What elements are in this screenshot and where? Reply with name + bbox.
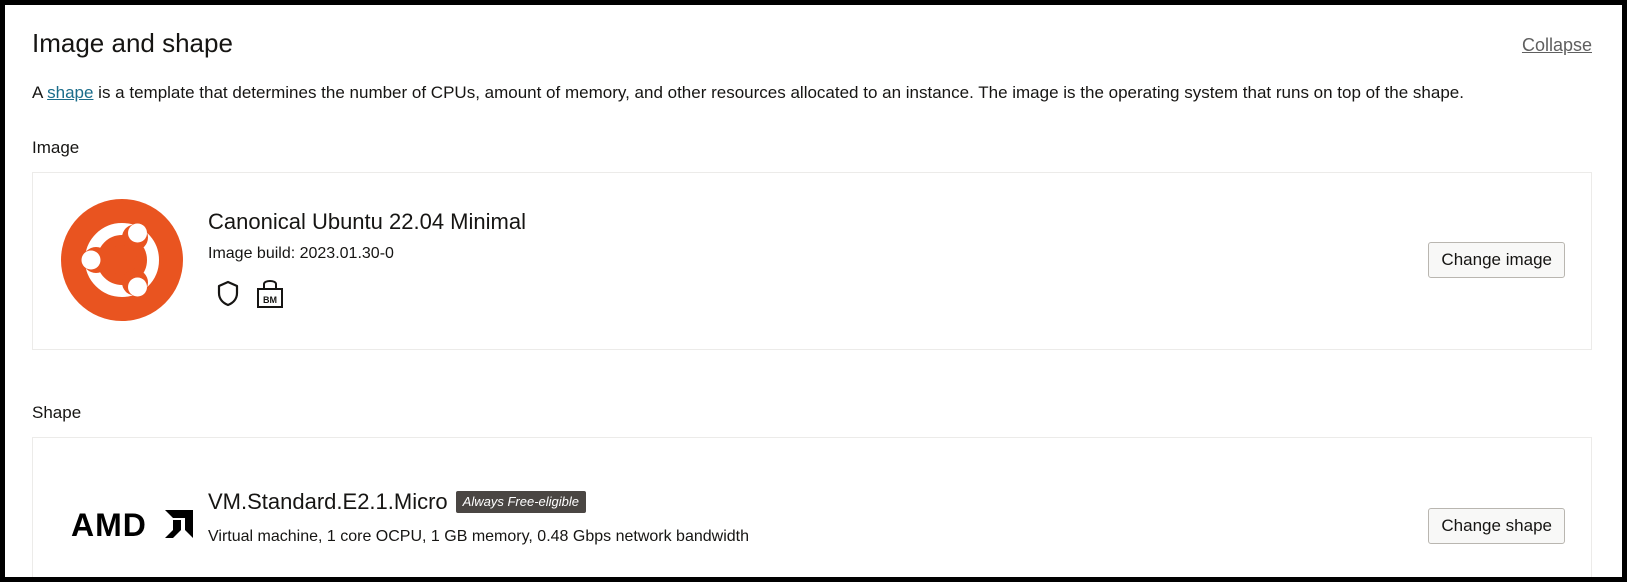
always-free-badge: Always Free-eligible (455, 491, 586, 513)
shape-group-label: Shape (32, 403, 82, 422)
image-and-shape-panel: Image and shape Collapse A shape is a te… (0, 0, 1627, 582)
collapse-link[interactable]: Collapse (1522, 35, 1592, 56)
shape-card: AMD VM.Standard.E2.1.Micro Always Free-e… (32, 437, 1592, 577)
image-build: Image build: 2023.01.30-0 (208, 245, 394, 262)
change-shape-button[interactable]: Change shape (1428, 508, 1565, 544)
change-image-button[interactable]: Change image (1428, 242, 1565, 278)
image-card: Canonical Ubuntu 22.04 Minimal Image bui… (32, 172, 1592, 350)
image-name: Canonical Ubuntu 22.04 Minimal (208, 209, 526, 234)
bare-metal-icon: BM (255, 277, 285, 309)
section-description: A shape is a template that determines th… (32, 83, 1464, 103)
amd-logo-text: AMD (71, 508, 147, 540)
bm-text: BM (263, 295, 277, 305)
ubuntu-logo-icon (61, 199, 183, 321)
image-feature-icons: BM (213, 277, 285, 309)
description-suffix: is a template that determines the number… (93, 83, 1464, 102)
section-title: Image and shape (32, 28, 233, 58)
shape-link[interactable]: shape (47, 83, 93, 102)
amd-logo-icon: AMD (71, 508, 193, 540)
image-group-label: Image (32, 138, 80, 157)
shape-name: VM.Standard.E2.1.Micro (208, 489, 448, 514)
shape-name-row: VM.Standard.E2.1.Micro Always Free-eligi… (208, 489, 586, 515)
shield-icon (213, 277, 243, 309)
shape-details: Virtual machine, 1 core OCPU, 1 GB memor… (208, 528, 749, 545)
description-prefix: A (32, 83, 48, 102)
